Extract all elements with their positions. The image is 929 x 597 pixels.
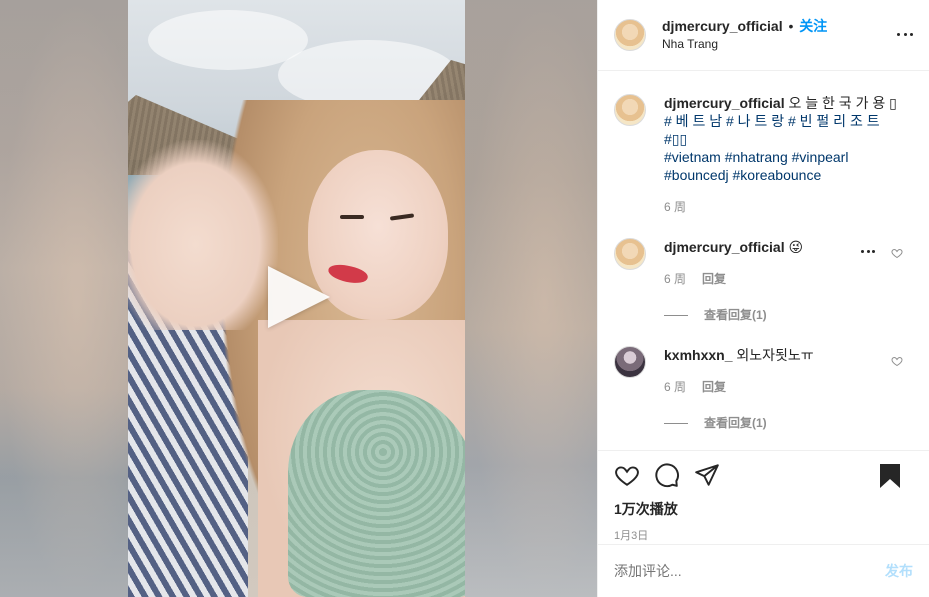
divider-line (664, 314, 688, 316)
timestamp[interactable]: 6 周 (664, 198, 686, 216)
location-link[interactable]: Nha Trang (662, 36, 827, 53)
comment-icon[interactable] (654, 462, 680, 488)
side-panel: djmercury_official • 关注 Nha Trang djmerc… (597, 0, 929, 597)
blurred-background-left (0, 0, 128, 597)
comment-input[interactable] (614, 563, 885, 579)
timestamp[interactable]: 6 周 (664, 270, 686, 288)
avatar[interactable] (614, 238, 646, 270)
action-icons (614, 451, 913, 499)
caption-hashtags-1[interactable]: #vietnam #nhatrang #vinpearl (664, 148, 913, 166)
username-link[interactable]: djmercury_official (662, 18, 783, 34)
post-date[interactable]: 1月3日 (614, 527, 913, 543)
eye (340, 215, 364, 219)
caption-line-3[interactable]: #▯▯ (664, 130, 913, 148)
view-replies-label: 查看回复(1) (704, 416, 767, 430)
comment-item: djmercury_official 😜 6 周 回复 查看回复(1) (614, 238, 913, 324)
separator-dot: • (788, 17, 794, 34)
comment-meta: 6 周 回复 (664, 270, 913, 288)
view-replies-label: 查看回复(1) (704, 308, 767, 322)
post-button[interactable]: 发布 (885, 561, 913, 581)
comment-body: djmercury_official 😜 6 周 回复 查看回复(1) (664, 238, 913, 324)
header-meta: djmercury_official • 关注 Nha Trang (662, 18, 827, 53)
comment-body: kxmhxxn_ 외노자됫노ㅠ 6 周 回复 查看回复(1) (664, 346, 913, 432)
view-count[interactable]: 1万次播放 (614, 499, 913, 519)
bookmark-icon[interactable] (879, 463, 901, 489)
comment-meta: 6 周 回复 (664, 378, 913, 396)
media-area[interactable] (0, 0, 597, 597)
comment-text: 외노자됫노ㅠ (736, 347, 814, 363)
post-modal: djmercury_official • 关注 Nha Trang djmerc… (0, 0, 929, 597)
caption-line-2[interactable]: # 베 트 남 # 나 트 랑 # 빈 펄 리 조 트 (664, 112, 913, 130)
add-comment-bar: 发布 (598, 544, 929, 597)
divider-line (664, 422, 688, 424)
caption: djmercury_official 오 늘 한 국 가 용 ▯ # 베 트 남… (614, 94, 913, 216)
view-replies-button[interactable]: 查看回复(1) (664, 306, 913, 324)
caption-body: djmercury_official 오 늘 한 국 가 용 ▯ # 베 트 남… (664, 94, 913, 216)
blurred-background-right (465, 0, 597, 597)
waving-hand (128, 140, 278, 330)
comment-username[interactable]: djmercury_official (664, 239, 785, 255)
paper-plane-icon[interactable] (694, 462, 720, 488)
timestamp[interactable]: 6 周 (664, 378, 686, 396)
reply-button[interactable]: 回复 (702, 378, 726, 396)
caption-line-1: 오 늘 한 국 가 용 ▯ (788, 95, 897, 111)
post-actions: 1万次播放 1月3日 (598, 450, 929, 544)
crochet-top (288, 390, 465, 597)
view-replies-button[interactable]: 查看回复(1) (664, 414, 913, 432)
heart-icon[interactable] (614, 462, 640, 488)
caption-username[interactable]: djmercury_official (664, 95, 785, 111)
comments-list[interactable]: djmercury_official 오 늘 한 국 가 용 ▯ # 베 트 남… (598, 72, 929, 450)
post-header: djmercury_official • 关注 Nha Trang (598, 0, 929, 71)
comment-text: 😜 (788, 239, 804, 255)
more-icon[interactable] (897, 26, 913, 42)
avatar[interactable] (614, 346, 646, 378)
comment-item: kxmhxxn_ 외노자됫노ㅠ 6 周 回复 查看回复(1) (614, 346, 913, 432)
caption-hashtags-2[interactable]: #bouncedj #koreabounce (664, 166, 913, 184)
avatar[interactable] (614, 94, 646, 126)
avatar[interactable] (614, 19, 646, 51)
heart-icon[interactable] (891, 247, 903, 259)
play-icon[interactable] (268, 266, 330, 328)
heart-icon[interactable] (891, 355, 903, 367)
reply-button[interactable]: 回复 (702, 270, 726, 288)
follow-button[interactable]: 关注 (799, 18, 827, 34)
caption-meta: 6 周 (664, 198, 913, 216)
comment-options-icon[interactable] (861, 250, 875, 253)
comment-username[interactable]: kxmhxxn_ (664, 347, 732, 363)
